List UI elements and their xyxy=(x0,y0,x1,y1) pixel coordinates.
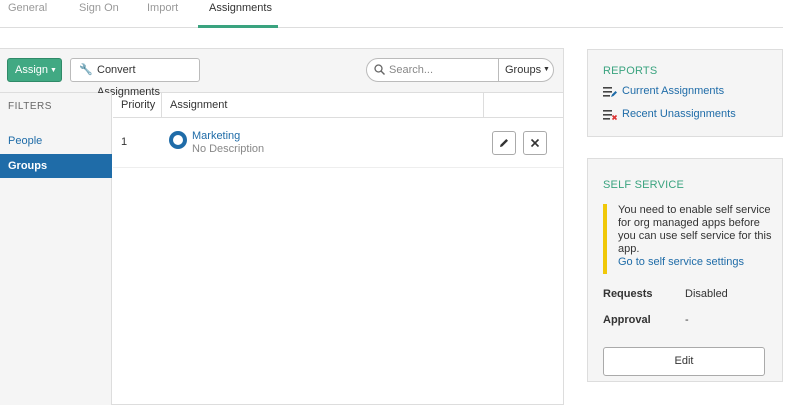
pencil-icon xyxy=(500,139,508,147)
search-filter-value: Groups xyxy=(505,64,542,76)
assignments-toolbar: Assign ▼ 🔧 Convert Assignments Groups ▼ xyxy=(0,49,563,98)
group-name-link[interactable]: Marketing xyxy=(192,130,240,142)
current-assignments-label: Current Assignments xyxy=(622,85,725,97)
reports-title: REPORTS xyxy=(603,65,658,77)
self-service-notice: You need to enable self service for org … xyxy=(603,204,773,274)
filter-people[interactable]: People xyxy=(0,129,112,153)
search-icon xyxy=(374,64,385,75)
self-service-panel: SELF SERVICE You need to enable self ser… xyxy=(587,158,783,382)
approval-value: - xyxy=(685,314,689,326)
row-priority: 1 xyxy=(121,136,128,148)
assign-button[interactable]: Assign ▼ xyxy=(7,58,62,82)
self-service-settings-link[interactable]: Go to self service settings xyxy=(618,256,744,268)
chevron-down-icon: ▼ xyxy=(543,66,550,73)
approval-label: Approval xyxy=(603,314,651,326)
requests-label: Requests xyxy=(603,288,653,300)
table-header: Priority Assignment xyxy=(113,93,563,118)
tab-sign-on[interactable]: Sign On xyxy=(79,0,119,28)
search-box: Groups ▼ xyxy=(366,58,554,82)
filters-sidebar: FILTERS People Groups xyxy=(0,93,112,405)
tab-bar: General Sign On Import Assignments xyxy=(0,0,783,28)
tab-general[interactable]: General xyxy=(8,0,48,28)
search-input[interactable] xyxy=(389,62,494,78)
convert-assignments-button[interactable]: 🔧 Convert Assignments xyxy=(70,58,200,98)
group-description: No Description xyxy=(192,143,265,155)
filters-heading: FILTERS xyxy=(8,101,52,112)
chevron-down-icon: ▼ xyxy=(50,67,57,74)
close-icon xyxy=(530,138,540,148)
edit-assignment-button[interactable] xyxy=(492,131,516,155)
column-header-priority[interactable]: Priority xyxy=(113,93,162,118)
remove-assignment-button[interactable] xyxy=(523,131,547,155)
table-row: 1 Marketing No Description xyxy=(113,118,563,168)
assignments-table: Priority Assignment 1 Marketing No Descr… xyxy=(113,93,563,405)
reports-panel: REPORTS Current Assignments Recent Unass… xyxy=(587,49,783,137)
self-service-notice-text: You need to enable self service for org … xyxy=(618,204,772,255)
recent-unassignments-label: Recent Unassignments xyxy=(622,108,736,120)
edit-button[interactable]: Edit xyxy=(603,347,765,376)
tab-import[interactable]: Import xyxy=(147,0,182,28)
column-header-assignment[interactable]: Assignment xyxy=(162,93,484,118)
requests-value: Disabled xyxy=(685,288,728,300)
search-filter-select[interactable]: Groups ▼ xyxy=(498,59,554,81)
filter-groups[interactable]: Groups xyxy=(0,154,112,178)
report-list-icon xyxy=(603,87,617,97)
report-remove-icon xyxy=(603,110,617,121)
self-service-title: SELF SERVICE xyxy=(603,179,685,191)
wrench-icon: 🔧 xyxy=(79,64,93,76)
tab-assignments[interactable]: Assignments xyxy=(198,0,278,28)
group-icon xyxy=(169,131,187,149)
assignments-panel: Assign ▼ 🔧 Convert Assignments Groups ▼ … xyxy=(0,48,564,405)
assign-button-label: Assign xyxy=(15,64,49,76)
